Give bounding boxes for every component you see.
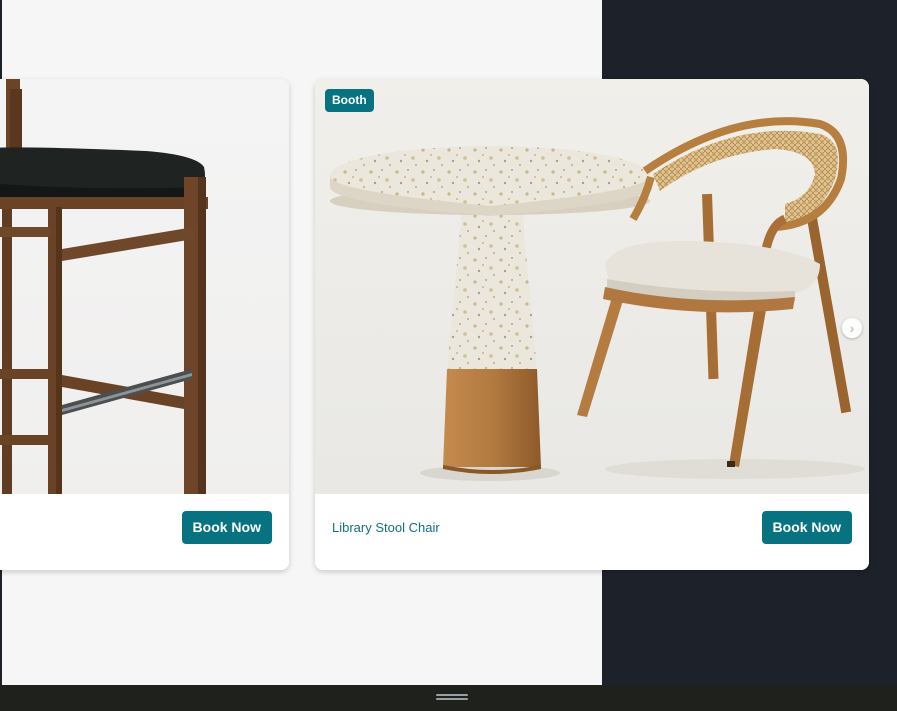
book-now-button[interactable]: Book Now [181,511,272,544]
book-now-button[interactable]: Book Now [761,511,852,544]
bar-stool-image [0,79,208,494]
product-card[interactable]: Book Now [0,79,289,570]
drag-handle-icon[interactable] [436,694,468,702]
product-card[interactable]: Booth Library Stool Chair Book Now [315,79,869,570]
category-badge: Booth [325,89,374,112]
product-image [0,79,289,494]
table-and-chair-image [330,117,865,481]
product-name[interactable]: Library Stool Chair [332,520,440,535]
product-image [315,79,869,494]
carousel-next-icon[interactable]: › [842,318,862,338]
